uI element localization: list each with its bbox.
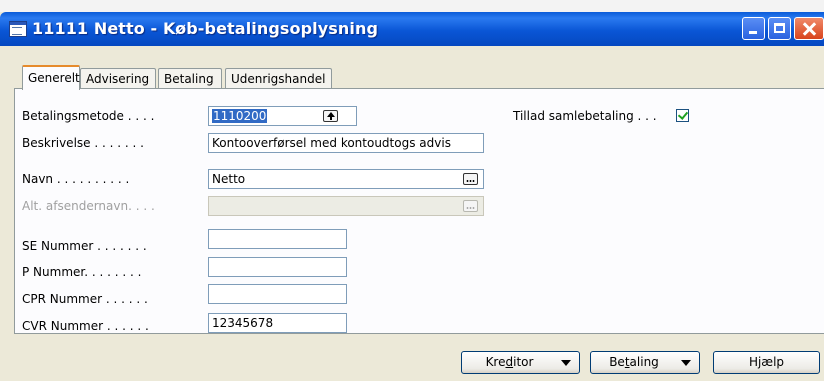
title-bar[interactable]: 11111 Netto - Køb-betalingsoplysning — [0, 12, 824, 46]
alt-afsendernavn-label: Alt. afsendernavn. . . . — [22, 199, 155, 213]
se-nummer-field[interactable] — [208, 229, 347, 249]
p-nummer-label: P Nummer. . . . . . . . — [22, 265, 142, 279]
tillad-samlebetaling-checkbox[interactable] — [676, 109, 689, 122]
background-strip — [0, 0, 824, 12]
hjaelp-button[interactable]: Hjælp — [713, 351, 820, 374]
maximize-button[interactable] — [768, 17, 791, 40]
p-nummer-field[interactable] — [208, 257, 347, 277]
cvr-nummer-label: CVR Nummer . . . . . . — [22, 319, 149, 333]
navn-field[interactable]: Netto — [208, 169, 484, 189]
betalingsmetode-value: 1110200 — [212, 109, 268, 123]
navn-label: Navn . . . . . . . . . . — [22, 172, 130, 186]
tab-advisering[interactable]: Advisering — [80, 68, 156, 89]
kreditor-button-label: Kreditor — [485, 355, 534, 369]
tillad-samlebetaling-label: Tillad samlebetaling . . . — [513, 109, 657, 123]
tab-betaling[interactable]: Betaling — [158, 68, 222, 89]
dropdown-arrow-icon — [681, 360, 691, 366]
window-title: 11111 Netto - Køb-betalingsoplysning — [32, 19, 379, 38]
close-button[interactable] — [794, 17, 824, 40]
hjaelp-button-label: Hjælp — [748, 355, 785, 369]
card-form-icon — [9, 21, 27, 37]
alt-afsendernavn-field — [208, 196, 484, 216]
minimize-button[interactable] — [742, 17, 765, 40]
alt-afsendernavn-lookup-button — [463, 200, 478, 212]
betalingsmetode-label: Betalingsmetode . . . . — [22, 109, 155, 123]
navn-lookup-button[interactable] — [463, 173, 478, 185]
beskrivelse-field[interactable]: Kontooverførsel med kontoudtogs advis — [208, 133, 484, 153]
se-nummer-label: SE Nummer . . . . . . . — [22, 239, 147, 253]
beskrivelse-label: Beskrivelse . . . . . . . — [22, 136, 144, 150]
dropdown-arrow-icon — [561, 360, 571, 366]
ellipsis-icon — [466, 180, 475, 182]
tab-generelt[interactable]: Generelt — [22, 65, 80, 90]
cpr-nummer-field[interactable] — [208, 284, 347, 304]
cvr-nummer-field[interactable]: 12345678 — [208, 313, 347, 333]
up-arrow-icon — [327, 112, 335, 120]
betalingsmetode-lookup-button[interactable] — [323, 110, 338, 122]
kreditor-button[interactable]: Kreditor — [461, 351, 580, 374]
tab-udenrigshandel[interactable]: Udenrigshandel — [225, 68, 332, 89]
cpr-nummer-label: CPR Nummer . . . . . . — [22, 292, 148, 306]
betaling-button-label: Betaling — [609, 355, 659, 369]
ellipsis-icon — [466, 207, 475, 209]
betaling-button[interactable]: Betaling — [590, 351, 700, 374]
